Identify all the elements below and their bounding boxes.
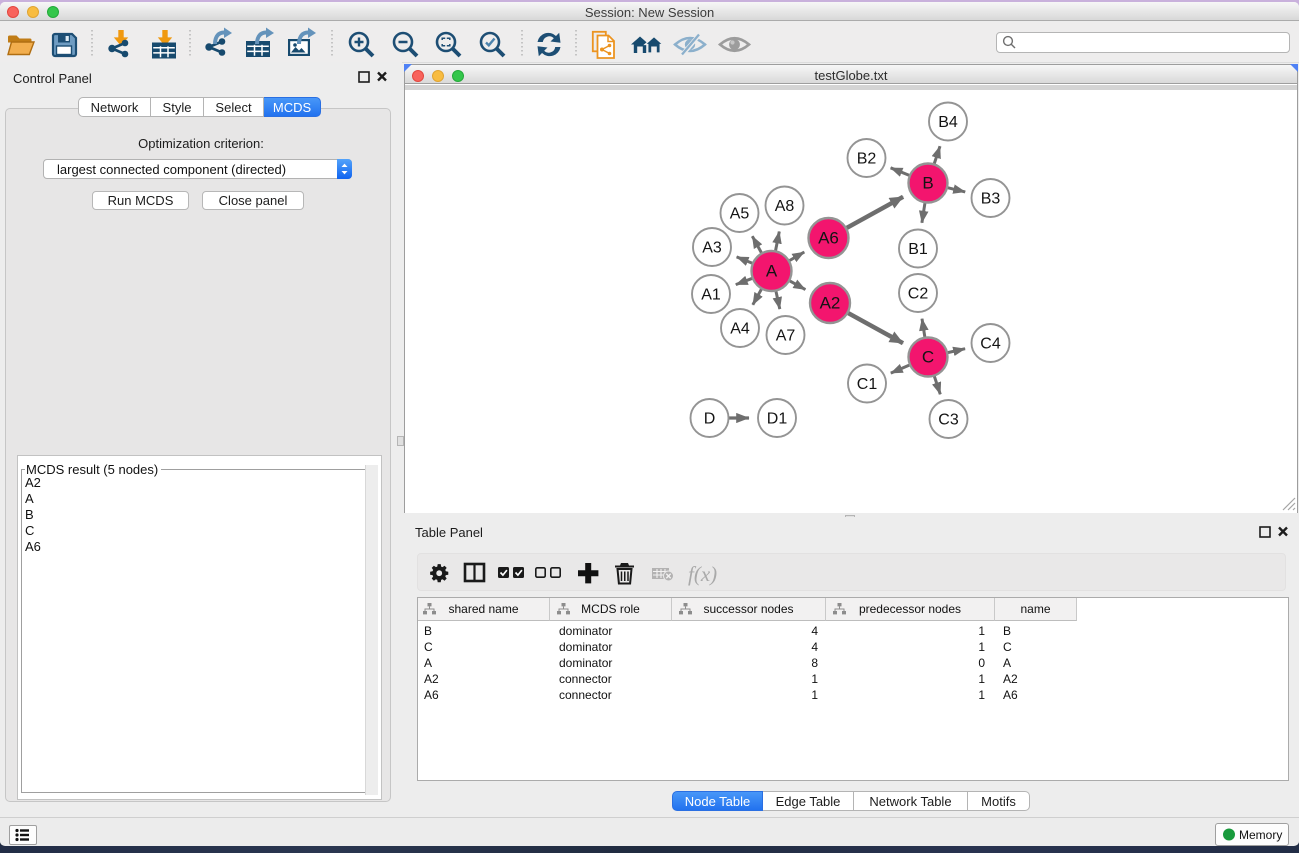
svg-text:B: B [922, 174, 933, 193]
svg-text:A4: A4 [730, 321, 750, 338]
svg-text:D: D [704, 411, 716, 428]
svg-text:A3: A3 [702, 240, 722, 257]
svg-text:A6: A6 [818, 229, 839, 248]
svg-text:D1: D1 [767, 411, 788, 428]
svg-text:A2: A2 [820, 294, 841, 313]
svg-text:f(x): f(x) [688, 562, 717, 586]
svg-text:Memory: Memory [1239, 828, 1282, 842]
svg-text:A5: A5 [730, 206, 750, 223]
svg-text:A: A [766, 262, 778, 281]
svg-text:A8: A8 [775, 198, 795, 215]
svg-text:B2: B2 [857, 151, 877, 168]
svg-text:B3: B3 [981, 191, 1001, 208]
svg-text:A1: A1 [701, 287, 721, 304]
svg-text:C4: C4 [980, 336, 1001, 353]
svg-text:A7: A7 [776, 328, 796, 345]
svg-text:B1: B1 [908, 241, 928, 258]
svg-text:C: C [922, 348, 934, 367]
svg-text:C2: C2 [908, 286, 929, 303]
svg-text:B4: B4 [938, 114, 958, 131]
svg-text:C3: C3 [938, 412, 959, 429]
svg-text:C1: C1 [857, 376, 878, 393]
